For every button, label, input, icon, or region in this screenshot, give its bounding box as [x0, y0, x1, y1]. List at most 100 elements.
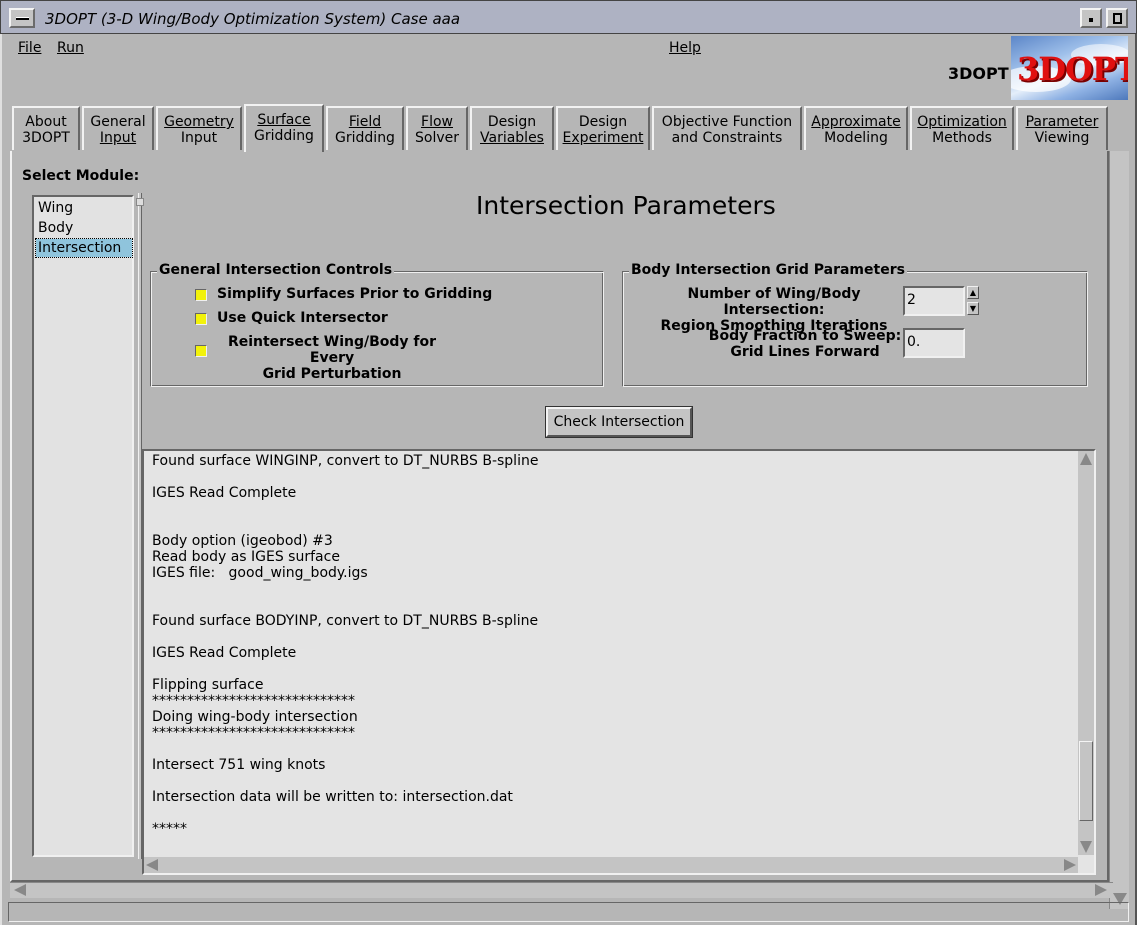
log-line: Found surface WINGINP, convert to DT_NUR… — [152, 453, 539, 469]
fraction-label-line2: Grid Lines Forward — [730, 344, 880, 360]
log-scroll-thumb[interactable] — [1079, 741, 1093, 821]
fraction-label-line1: Body Fraction to Sweep: — [708, 328, 902, 344]
tab-label: General — [90, 114, 146, 130]
tab-label: Modeling — [824, 130, 888, 146]
spin-down-button[interactable]: ▼ — [967, 302, 979, 315]
log-line: IGES Read Complete — [152, 645, 297, 661]
log-line: ***** — [152, 821, 187, 837]
tab-label: Approximate — [811, 114, 901, 130]
scroll-right-icon[interactable] — [1064, 859, 1076, 871]
tab-label: Parameter — [1025, 114, 1099, 130]
tab-label: Input — [99, 130, 137, 146]
smoothing-iterations-input[interactable]: 2 — [903, 286, 965, 316]
log-line: ***************************** — [152, 693, 355, 709]
window-menu-icon — [16, 17, 29, 20]
check-intersection-button[interactable]: Check Intersection — [545, 406, 693, 438]
tab-approximate-modeling[interactable]: Approximate Modeling — [804, 106, 908, 150]
tab-flow-solver[interactable]: Flow Solver — [406, 106, 468, 150]
simplify-surfaces-label: Simplify Surfaces Prior to Gridding — [217, 286, 493, 302]
title-bar: 3DOPT (3-D Wing/Body Optimization System… — [0, 0, 1137, 34]
maximize-button[interactable] — [1106, 8, 1128, 28]
tab-label: Objective Function — [661, 114, 793, 130]
scroll-up-icon[interactable] — [1080, 453, 1092, 465]
tab-label: Design — [487, 114, 537, 130]
module-item-body[interactable]: Body — [36, 219, 132, 237]
tab-label: Variables — [480, 130, 544, 146]
log-line: Intersection data will be written to: in… — [152, 789, 513, 805]
tab-label: and Constraints — [671, 130, 783, 146]
brand-text: 3DOPT — [948, 64, 1009, 83]
menu-file[interactable]: File — [18, 40, 41, 56]
menu-help-label: Help — [669, 40, 701, 56]
group-title: Body Intersection Grid Parameters — [629, 262, 907, 278]
logo: 3DOPT — [1011, 36, 1128, 100]
scroll-left-icon[interactable] — [146, 859, 158, 871]
tab-label: Viewing — [1034, 130, 1090, 146]
section-title: Intersection Parameters — [476, 191, 776, 220]
tab-label: Geometry — [164, 114, 234, 130]
log-line: ***************************** — [152, 725, 355, 741]
menu-help[interactable]: Help — [669, 40, 701, 56]
panel-vertical-scrollbar[interactable] — [1109, 151, 1129, 909]
tab-label: Experiment — [562, 130, 644, 146]
spin-up-button[interactable]: ▲ — [967, 286, 979, 299]
log-horizontal-scrollbar[interactable] — [144, 857, 1078, 873]
tab-objective-function[interactable]: Objective Function and Constraints — [652, 106, 802, 150]
tab-label: Methods — [932, 130, 992, 146]
tab-label: Gridding — [335, 130, 395, 146]
tab-label: Optimization — [917, 114, 1007, 130]
body-fraction-input[interactable]: 0. — [903, 328, 965, 358]
scroll-right-icon[interactable] — [1095, 884, 1107, 896]
tab-content-panel: Select Module: Wing Body Intersection In… — [10, 151, 1109, 882]
scroll-down-icon[interactable] — [1080, 841, 1092, 853]
module-item-wing[interactable]: Wing — [36, 199, 132, 217]
simplify-surfaces-checkbox[interactable] — [195, 289, 207, 301]
window-title: 3DOPT (3-D Wing/Body Optimization System… — [45, 10, 461, 28]
tab-label: Field — [348, 114, 382, 130]
group-title: General Intersection Controls — [157, 262, 395, 278]
tab-about[interactable]: About 3DOPT — [12, 106, 80, 150]
sash-handle[interactable] — [136, 198, 144, 206]
log-lines: Found surface WINGINP, convert to DT_NUR… — [152, 453, 1072, 853]
tab-surface-gridding[interactable]: Surface Gridding — [244, 104, 324, 152]
menu-run[interactable]: Run — [57, 40, 84, 56]
module-item-intersection[interactable]: Intersection — [35, 238, 133, 258]
panel-horizontal-scrollbar[interactable] — [10, 882, 1113, 898]
log-line: Flipping surface — [152, 677, 264, 693]
reintersect-checkbox[interactable] — [195, 345, 207, 357]
tab-label: About — [25, 114, 67, 130]
app-window: File Run Help 3DOPT 3DOPT About 3DOPT Ge… — [0, 34, 1137, 925]
log-vertical-scrollbar[interactable] — [1078, 451, 1094, 855]
logo-text: 3DOPT — [1017, 50, 1128, 88]
tab-optimization-methods[interactable]: Optimization Methods — [910, 106, 1014, 150]
quick-intersector-label: Use Quick Intersector — [217, 310, 388, 326]
maximize-icon — [1113, 13, 1122, 24]
minimize-button[interactable] — [1080, 8, 1102, 28]
quick-intersector-checkbox[interactable] — [195, 313, 207, 325]
scroll-left-icon[interactable] — [14, 884, 26, 896]
tab-design-experiment[interactable]: Design Experiment — [556, 106, 650, 150]
reintersect-label: Reintersect Wing/Body for Every Grid Per… — [217, 334, 447, 382]
tab-geometry-input[interactable]: Geometry Input — [156, 106, 242, 150]
log-line: Doing wing-body intersection — [152, 709, 358, 725]
tab-field-gridding[interactable]: Field Gridding — [326, 106, 404, 150]
tab-label: 3DOPT — [22, 130, 70, 146]
tab-parameter-viewing[interactable]: Parameter Viewing — [1016, 106, 1108, 150]
smoothing-label-line1: Number of Wing/Body Intersection: — [687, 286, 861, 318]
window-menu-button[interactable] — [9, 8, 35, 28]
log-line: Found surface BODYINP, convert to DT_NUR… — [152, 613, 539, 629]
smoothing-iterations-label: Number of Wing/Body Intersection: Region… — [649, 286, 899, 334]
body-fraction-label: Body Fraction to Sweep: Grid Lines Forwa… — [707, 328, 903, 360]
log-output[interactable]: Found surface WINGINP, convert to DT_NUR… — [142, 449, 1096, 875]
tab-design-variables[interactable]: Design Variables — [470, 106, 554, 150]
log-line: IGES file: good_wing_body.igs — [152, 565, 368, 581]
tab-general-input[interactable]: General Input — [82, 106, 154, 150]
module-list[interactable]: Wing Body Intersection — [32, 195, 134, 857]
select-module-label: Select Module: — [22, 168, 140, 184]
